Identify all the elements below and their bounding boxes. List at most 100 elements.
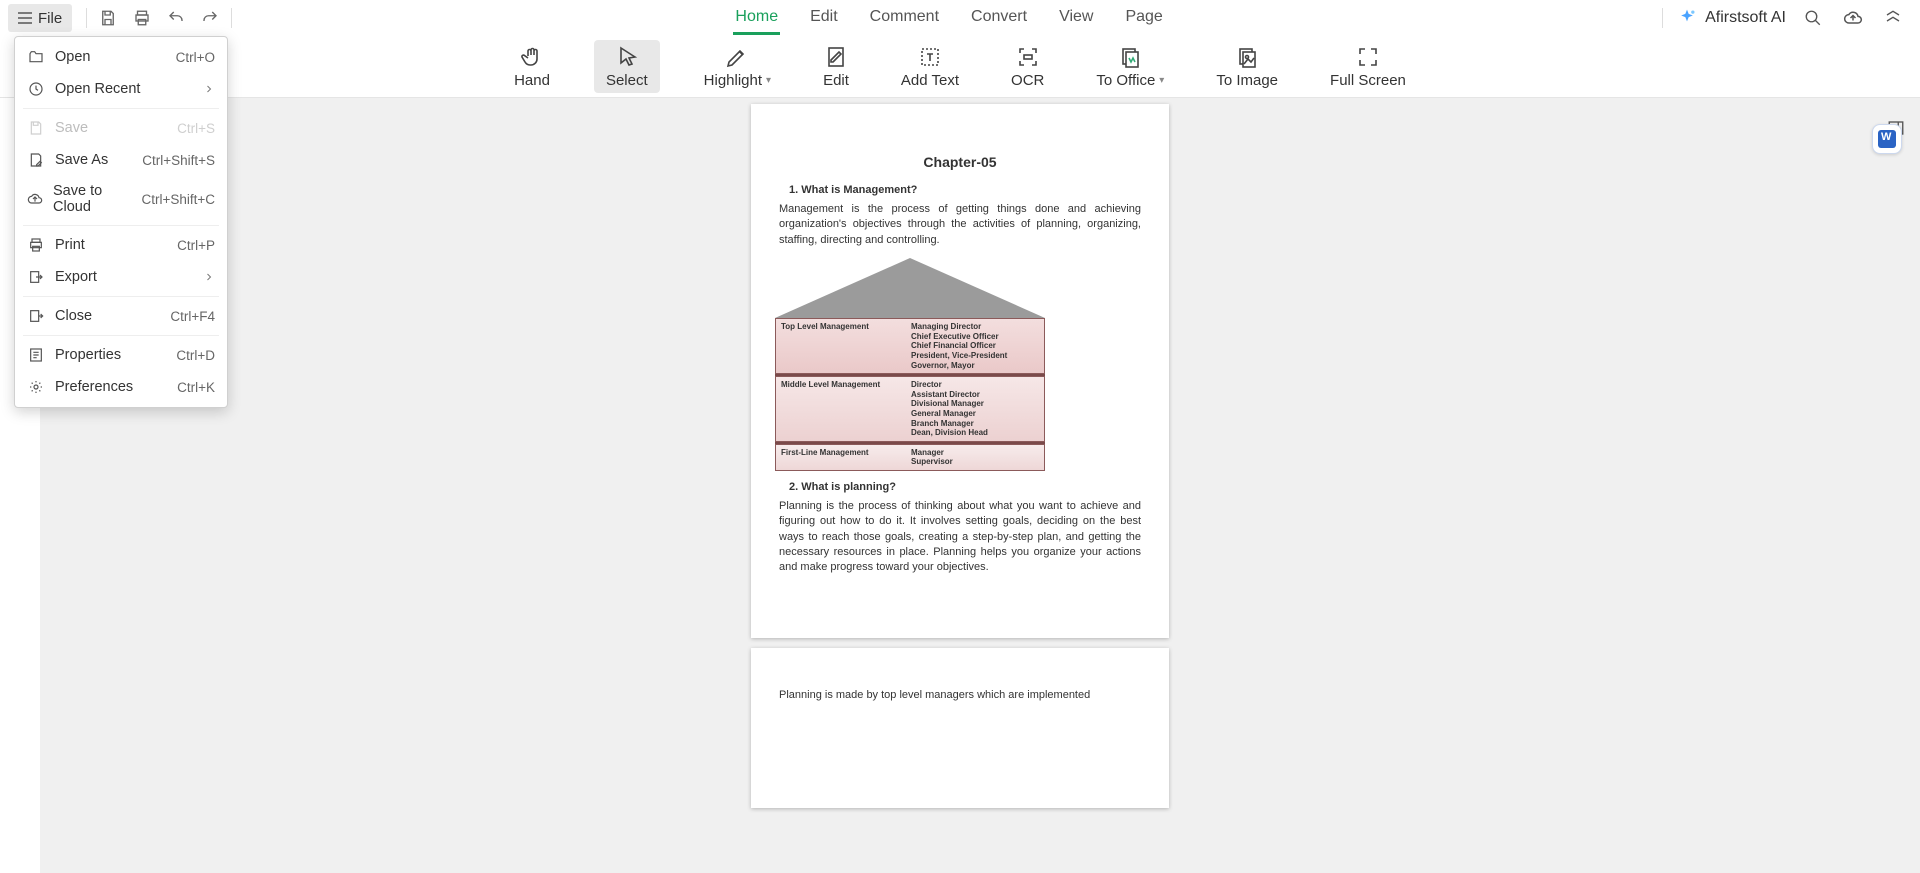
floating-actions (1872, 124, 1902, 154)
menu-item-save-to-cloud[interactable]: Save to Cloud Ctrl+Shift+C (15, 176, 227, 222)
tab-convert[interactable]: Convert (969, 2, 1029, 35)
pyramid-top-triangle (775, 258, 1045, 318)
word-icon (1878, 130, 1896, 148)
tool-label: Edit (823, 72, 849, 89)
tool-label: Add Text (901, 72, 959, 89)
menu-shortcut: Ctrl+Shift+S (142, 153, 215, 168)
menu-separator (23, 108, 219, 109)
separator (86, 8, 87, 28)
collapse-ribbon-button[interactable] (1880, 5, 1906, 31)
level-label: First-Line Management (776, 445, 906, 470)
save-icon (27, 119, 45, 137)
menu-item-open-recent[interactable]: Open Recent (15, 73, 227, 105)
separator (231, 8, 232, 28)
open-folder-icon (27, 48, 45, 66)
redo-button[interactable] (193, 4, 227, 32)
menu-item-export[interactable]: Export (15, 261, 227, 293)
menu-label: Save As (55, 152, 108, 168)
tool-label: Highlight (704, 72, 762, 89)
separator (1662, 8, 1663, 28)
tab-edit[interactable]: Edit (808, 2, 840, 35)
menu-label: Preferences (55, 379, 133, 395)
cloud-upload-icon (27, 190, 43, 208)
topbar-right: Afirstsoft AI (1662, 5, 1912, 31)
tool-full-screen[interactable]: Full Screen (1322, 40, 1414, 93)
menu-item-save-as[interactable]: Save As Ctrl+Shift+S (15, 144, 227, 176)
tool-select[interactable]: Select (594, 40, 660, 93)
menu-separator (23, 335, 219, 336)
highlighter-icon (725, 44, 749, 70)
hamburger-icon (18, 12, 32, 24)
edit-page-icon (824, 44, 848, 70)
paragraph: Planning is the process of thinking abou… (779, 499, 1141, 576)
tab-view[interactable]: View (1057, 2, 1095, 35)
management-pyramid-diagram: Top Level Management Managing Director C… (775, 258, 1045, 471)
cloud-sync-button[interactable] (1840, 5, 1866, 31)
menu-label: Properties (55, 347, 121, 363)
menu-item-save: Save Ctrl+S (15, 112, 227, 144)
menu-item-properties[interactable]: Properties Ctrl+D (15, 339, 227, 371)
document-viewport[interactable]: Chapter-05 1. What is Management? Manage… (0, 98, 1920, 873)
level-label: Middle Level Management (776, 377, 906, 441)
tool-label: To Office (1096, 72, 1155, 89)
level-values: Managing Director Chief Executive Office… (906, 319, 1044, 373)
ocr-icon (1016, 44, 1040, 70)
menu-shortcut: Ctrl+S (177, 121, 215, 136)
menu-label: Open (55, 49, 90, 65)
save-quick-button[interactable] (91, 4, 125, 32)
chapter-heading: Chapter-05 (779, 154, 1141, 170)
chevron-down-icon: ▾ (1159, 75, 1164, 86)
quick-access-toolbar (82, 4, 236, 32)
gear-icon (27, 378, 45, 396)
menu-label: Print (55, 237, 85, 253)
chevron-right-icon (203, 83, 215, 95)
print-icon (27, 236, 45, 254)
file-menu-button[interactable]: File (8, 4, 72, 32)
undo-button[interactable] (159, 4, 193, 32)
menu-item-open[interactable]: Open Ctrl+O (15, 41, 227, 73)
tool-ocr[interactable]: OCR (1003, 40, 1052, 93)
level-label: Top Level Management (776, 319, 906, 373)
pyramid-level-first-line: First-Line Management Manager Supervisor (775, 444, 1045, 471)
tab-home[interactable]: Home (733, 2, 780, 35)
menu-shortcut: Ctrl+O (176, 50, 215, 65)
menu-shortcut: Ctrl+Shift+C (141, 192, 215, 207)
properties-icon (27, 346, 45, 364)
menu-shortcut: Ctrl+P (177, 238, 215, 253)
ribbon-toolbar: Hand Select Highlight ▾ Edit Add Text OCR… (0, 36, 1920, 98)
menu-item-close[interactable]: Close Ctrl+F4 (15, 300, 227, 332)
tool-highlight[interactable]: Highlight ▾ (696, 40, 779, 93)
ai-assistant-button[interactable]: Afirstsoft AI (1677, 8, 1786, 28)
menu-shortcut: Ctrl+F4 (170, 309, 215, 324)
tab-page[interactable]: Page (1123, 2, 1164, 35)
menu-label: Save (55, 120, 88, 136)
tool-add-text[interactable]: Add Text (893, 40, 967, 93)
tool-hand[interactable]: Hand (506, 40, 558, 93)
question-2-heading: 2. What is planning? (789, 481, 1141, 493)
search-button[interactable] (1800, 5, 1826, 31)
add-text-icon (918, 44, 942, 70)
save-as-icon (27, 151, 45, 169)
convert-to-word-badge[interactable] (1872, 124, 1902, 154)
tool-label: Full Screen (1330, 72, 1406, 89)
tool-to-image[interactable]: To Image (1208, 40, 1286, 93)
menu-item-preferences[interactable]: Preferences Ctrl+K (15, 371, 227, 403)
question-1-heading: 1. What is Management? (789, 184, 1141, 196)
tool-label: Select (606, 72, 648, 89)
level-values: Manager Supervisor (906, 445, 1044, 470)
menu-shortcut: Ctrl+D (176, 348, 215, 363)
paragraph: Management is the process of getting thi… (779, 202, 1141, 248)
level-values: Director Assistant Director Divisional M… (906, 377, 1044, 441)
main-tabs: Home Edit Comment Convert View Page (236, 0, 1662, 36)
tool-edit[interactable]: Edit (815, 40, 857, 93)
print-quick-button[interactable] (125, 4, 159, 32)
paragraph: Planning is made by top level managers w… (779, 688, 1141, 703)
document-page-2: Planning is made by top level managers w… (751, 648, 1169, 808)
pyramid-level-middle: Middle Level Management Director Assista… (775, 376, 1045, 442)
chevron-down-icon: ▾ (766, 75, 771, 86)
tab-comment[interactable]: Comment (868, 2, 941, 35)
tool-to-office[interactable]: To Office ▾ (1088, 40, 1172, 93)
menu-item-print[interactable]: Print Ctrl+P (15, 229, 227, 261)
menu-label: Export (55, 269, 97, 285)
menu-shortcut: Ctrl+K (177, 380, 215, 395)
